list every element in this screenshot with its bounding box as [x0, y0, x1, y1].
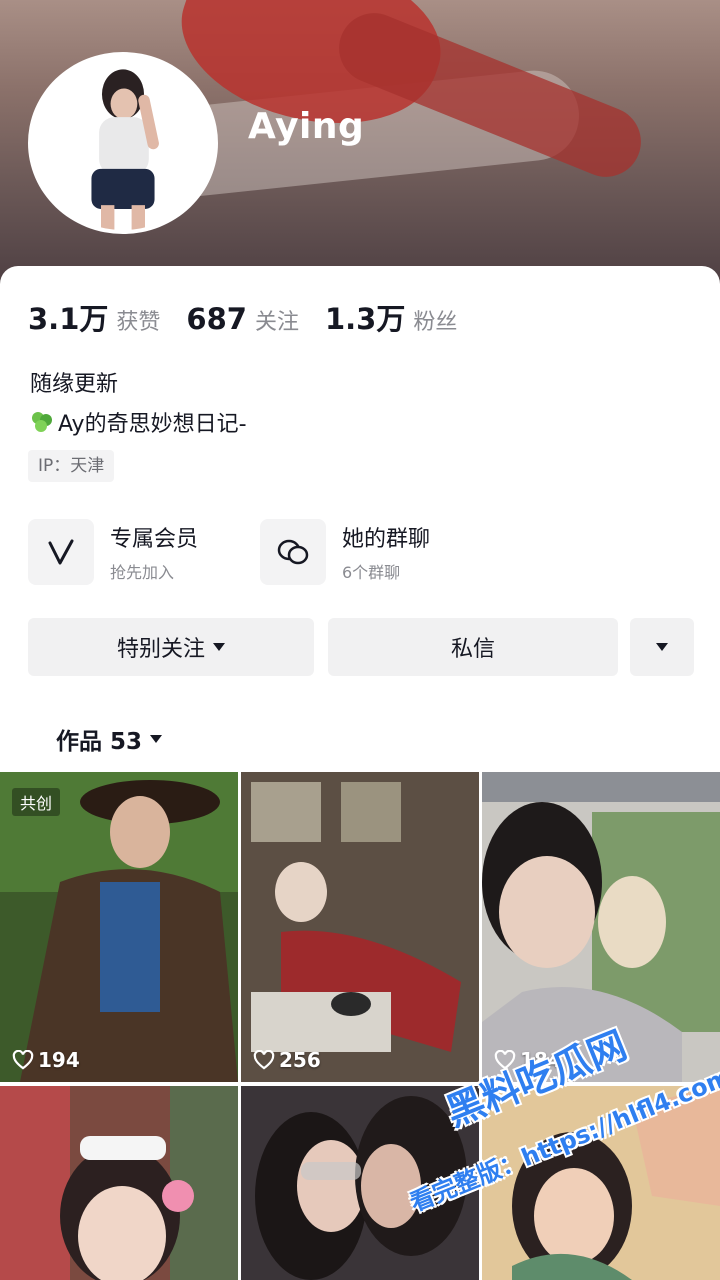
stat-number: 3.1万 [28, 302, 109, 336]
caret-down-icon [656, 643, 668, 651]
stats-row: 3.1万 获赞 687 关注 1.3万 粉丝 [28, 296, 483, 338]
bio-line: 随缘更新 [30, 372, 119, 397]
like-number: 256 [279, 1048, 321, 1072]
ip-location-tag: IP：天津 [28, 450, 115, 482]
stat-label: 粉丝 [413, 310, 458, 335]
stat-following[interactable]: 687 关注 [186, 302, 299, 336]
feature-subtitle: 6个群聊 [342, 563, 401, 582]
stat-likes[interactable]: 3.1万 获赞 [28, 296, 160, 338]
member-entry[interactable]: 专属会员 抢先加入 [28, 518, 198, 586]
stat-label: 获赞 [116, 310, 161, 335]
button-label: 特别关注 [116, 637, 205, 662]
bio-line-with-emoji: Ay的奇思妙想日记- [30, 406, 247, 438]
button-label: 私信 [450, 637, 495, 662]
works-tab[interactable]: 作品 53 [56, 722, 163, 756]
avatar[interactable] [28, 52, 218, 234]
stat-label: 关注 [254, 310, 299, 335]
stat-number: 1.3万 [324, 302, 406, 336]
heart-icon [253, 1050, 275, 1070]
v-member-icon [28, 519, 94, 585]
stat-followers[interactable]: 1.3万 粉丝 [325, 296, 457, 338]
special-follow-button[interactable]: 特别关注 [28, 618, 314, 676]
profile-header: Aying [0, 0, 720, 300]
message-button[interactable]: 私信 [328, 618, 618, 676]
group-chat-entry[interactable]: 她的群聊 6个群聊 [260, 518, 430, 586]
feature-title: 她的群聊 [342, 527, 431, 552]
caret-down-icon [213, 643, 225, 651]
video-thumbnail[interactable]: 共创 194 [0, 772, 238, 1082]
like-count: 256 [253, 1048, 321, 1072]
like-number: 194 [38, 1048, 80, 1072]
stat-number: 687 [186, 302, 247, 336]
thumbnail-image [241, 772, 479, 1082]
leaf-emoji-icon [32, 412, 52, 432]
feature-subtitle: 抢先加入 [110, 563, 175, 582]
thumbnail-image [0, 772, 238, 1082]
more-dropdown-button[interactable] [630, 618, 694, 676]
group-chat-icon [260, 519, 326, 585]
bio-text: Ay的奇思妙想日记- [58, 412, 247, 437]
video-thumbnail[interactable]: 256 [241, 772, 479, 1082]
works-label: 作品 53 [56, 729, 143, 755]
heart-icon [12, 1050, 34, 1070]
like-count: 194 [12, 1048, 80, 1072]
feature-title: 专属会员 [110, 527, 199, 552]
collab-badge: 共创 [12, 788, 61, 816]
thumbnail-image [0, 1086, 238, 1280]
avatar-image [32, 56, 214, 230]
video-thumbnail[interactable] [0, 1086, 238, 1280]
caret-down-icon [150, 735, 163, 743]
username: Aying [248, 106, 365, 147]
